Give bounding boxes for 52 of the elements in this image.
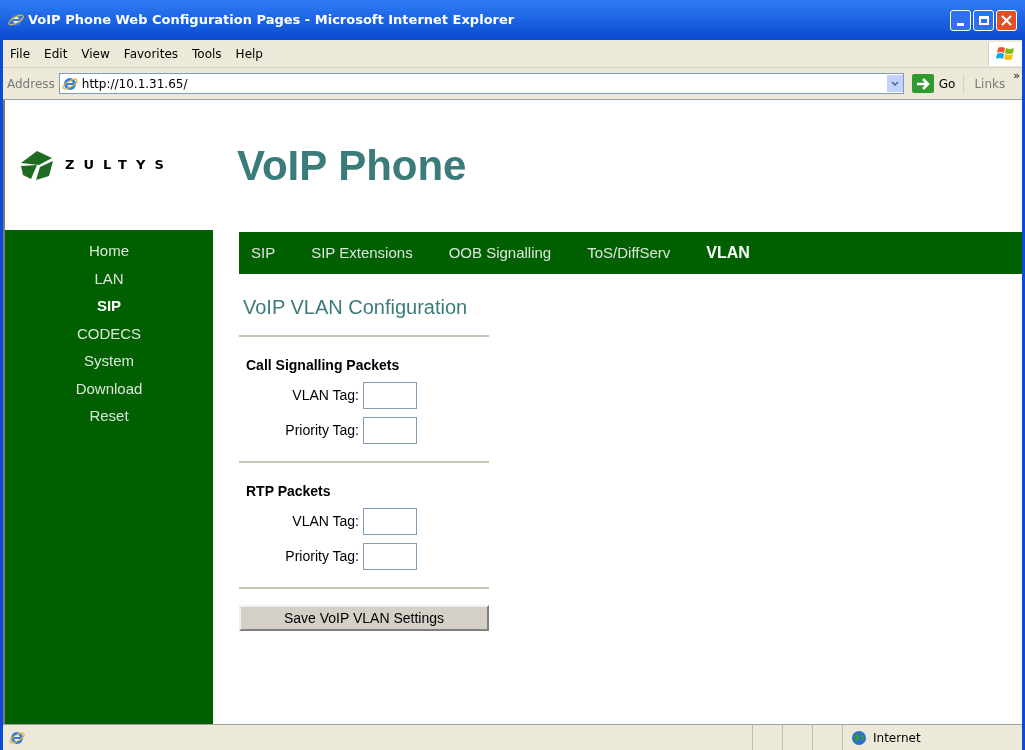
close-icon bbox=[1001, 14, 1012, 26]
field-label: Priority Tag: bbox=[284, 421, 360, 440]
input-field[interactable] bbox=[363, 508, 417, 535]
close-button[interactable] bbox=[996, 9, 1017, 31]
go-button[interactable]: Go bbox=[907, 74, 960, 93]
arrow-icon bbox=[915, 77, 930, 90]
ie-icon bbox=[8, 12, 24, 28]
save-button[interactable]: Save VoIP VLAN Settings bbox=[239, 605, 489, 631]
sidebar-item[interactable]: CODECS bbox=[76, 322, 142, 345]
tab[interactable]: OOB Signalling bbox=[448, 241, 552, 265]
address-label: Address bbox=[7, 75, 55, 93]
sidebar-item[interactable]: SIP bbox=[96, 295, 122, 318]
sidebar-item[interactable]: System bbox=[84, 350, 134, 373]
tab[interactable]: VLAN bbox=[706, 241, 750, 265]
input-field[interactable] bbox=[363, 543, 417, 570]
menu-item[interactable]: Help bbox=[228, 44, 270, 63]
caret-icon bbox=[890, 81, 899, 86]
ie-icon bbox=[9, 729, 25, 746]
menu-item[interactable]: View bbox=[74, 44, 117, 63]
sidebar-item[interactable]: Home bbox=[89, 240, 129, 263]
section-title: VoIP VLAN Configuration bbox=[243, 295, 469, 320]
field-label: Priority Tag: bbox=[284, 547, 360, 566]
field-label: VLAN Tag: bbox=[291, 512, 360, 531]
dropdown-button[interactable] bbox=[886, 75, 903, 92]
sidebar-item[interactable]: Download bbox=[75, 377, 143, 400]
window-title: VoIP Phone Web Configuration Pages - Microsoft Internet Explorer bbox=[28, 11, 515, 30]
sidebar-item[interactable]: LAN bbox=[94, 267, 124, 290]
address-field[interactable]: http://10.1.31.65/ bbox=[58, 73, 904, 94]
section-heading: Call Signalling Packets bbox=[246, 356, 401, 375]
maximize-button[interactable] bbox=[973, 9, 994, 31]
windows-flag-icon bbox=[995, 44, 1016, 63]
tab[interactable]: ToS/DiffServ bbox=[587, 241, 671, 265]
page-header: VoIP Phone bbox=[237, 140, 467, 191]
globe-icon bbox=[851, 729, 867, 746]
tab[interactable]: SIP Extensions bbox=[311, 241, 413, 265]
input-field[interactable] bbox=[363, 382, 417, 409]
menu-item[interactable]: File bbox=[3, 44, 38, 63]
sidebar-item[interactable]: Reset bbox=[89, 405, 129, 428]
ie-icon bbox=[61, 75, 78, 92]
status-zone: Internet bbox=[873, 729, 921, 747]
section-heading: RTP Packets bbox=[246, 482, 332, 501]
tab[interactable]: SIP bbox=[251, 241, 276, 265]
input-field[interactable] bbox=[363, 417, 417, 444]
more-chevron[interactable]: » bbox=[1013, 68, 1022, 85]
links-button[interactable]: Links bbox=[963, 74, 1010, 93]
menu-item[interactable]: Edit bbox=[37, 44, 75, 63]
logo-text: ZULTYS bbox=[65, 156, 173, 175]
field-label: VLAN Tag: bbox=[291, 386, 360, 405]
menu-item[interactable]: Tools bbox=[185, 44, 229, 63]
minimize-button[interactable] bbox=[950, 9, 971, 31]
logo-icon bbox=[19, 149, 55, 181]
menu-item[interactable]: Favorites bbox=[116, 44, 186, 63]
